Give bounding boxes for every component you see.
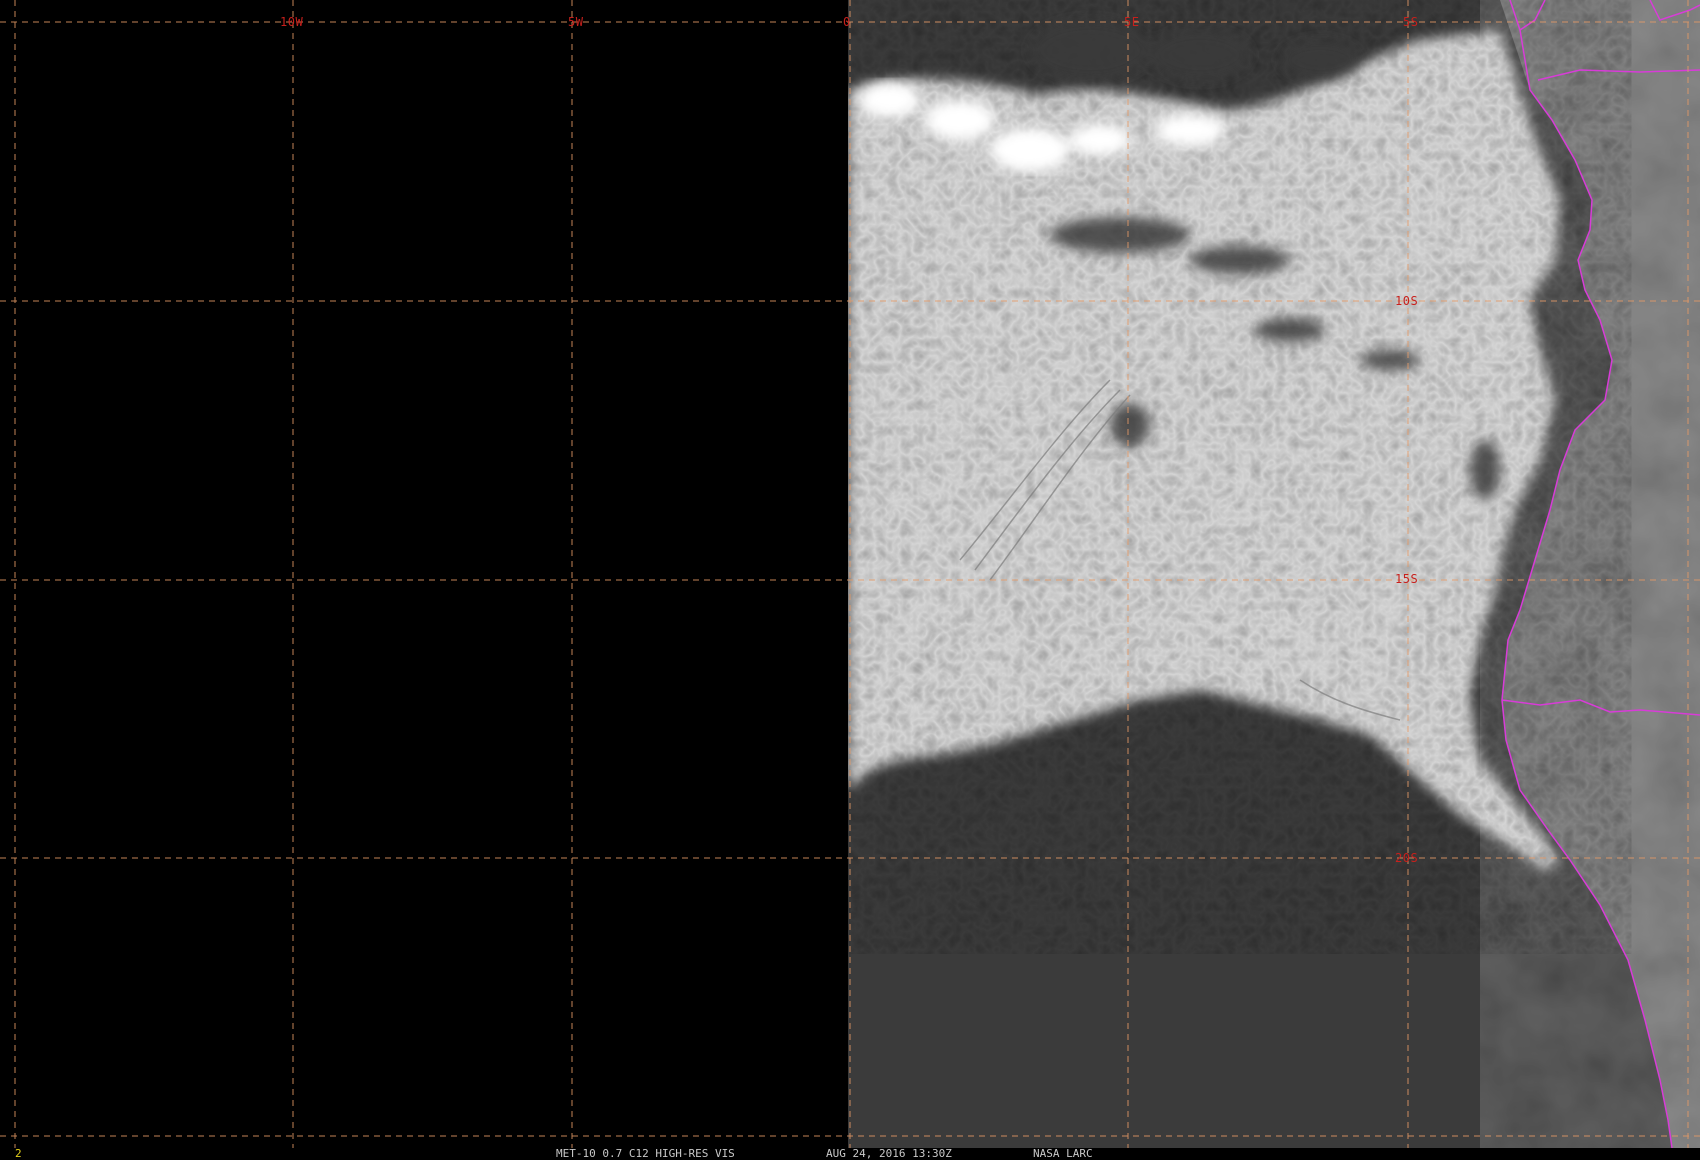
image-title: MET-10 0.7 C12 HIGH-RES VIS [556, 1147, 735, 1160]
no-data-region [0, 0, 848, 1148]
lat-label-10s: 10S [1395, 294, 1419, 308]
frame-number: 2 [15, 1147, 22, 1160]
status-bar: 2 MET-10 0.7 C12 HIGH-RES VIS AUG 24, 20… [0, 1148, 1700, 1160]
lat-label-5s: 5S [1403, 15, 1419, 29]
image-source: NASA LARC [1033, 1147, 1093, 1160]
image-timestamp: AUG 24, 2016 13:30Z [826, 1147, 952, 1160]
lon-label-10w: 10W [280, 15, 304, 29]
satellite-image-viewport: 10W 5W 0 5E 5S 10S 15S 20S [0, 0, 1700, 1148]
lat-label-20s: 20S [1395, 851, 1419, 865]
lon-label-5e: 5E [1124, 15, 1140, 29]
lon-label-0: 0 [843, 15, 851, 29]
lat-label-15s: 15S [1395, 572, 1419, 586]
satellite-image [0, 0, 1700, 1148]
lon-label-5w: 5W [568, 15, 584, 29]
